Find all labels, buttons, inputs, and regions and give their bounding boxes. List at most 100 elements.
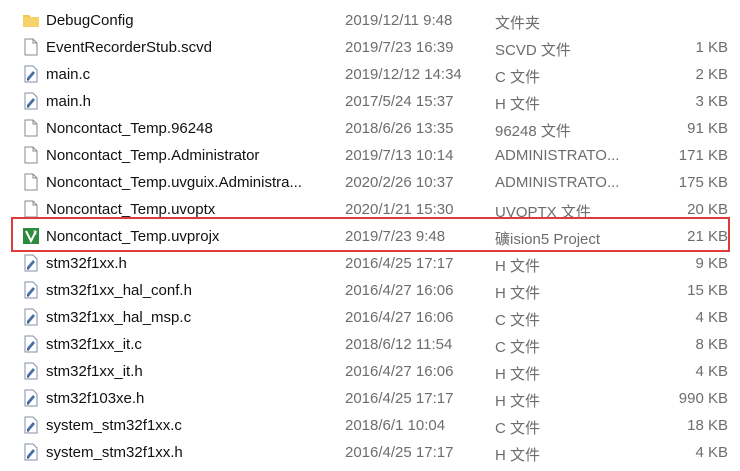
file-row[interactable]: stm32f1xx_it.c 2018/6/12 11:54 C 文件 8 KB xyxy=(0,331,740,358)
file-size: 21 KB xyxy=(687,228,728,245)
file-row[interactable]: system_stm32f1xx.h 2016/4/25 17:17 H 文件 4 K… xyxy=(0,439,740,466)
file-size: 4 KB xyxy=(695,363,728,380)
file-name: Noncontact_Temp.uvoptx xyxy=(46,201,216,218)
svg-text:5: 5 xyxy=(33,230,37,237)
file-size: 4 KB xyxy=(695,444,728,461)
file-row[interactable]: main.c 2019/12/12 14:34 C 文件 2 KB xyxy=(0,61,740,88)
file-date: 2018/6/12 11:54 xyxy=(345,336,453,353)
file-icon xyxy=(22,119,40,137)
file-type: ADMINISTRATO... xyxy=(495,147,620,164)
file-type: C 文件 xyxy=(495,312,541,329)
file-name: stm32f1xx_hal_conf.h xyxy=(46,282,192,299)
file-date: 2019/7/13 10:14 xyxy=(345,147,454,164)
file-icon xyxy=(22,200,40,218)
file-date: 2020/2/26 10:37 xyxy=(345,174,454,191)
source-file-icon xyxy=(22,416,40,434)
file-size: 1 KB xyxy=(695,39,728,56)
file-name: main.h xyxy=(46,93,92,110)
file-row[interactable]: stm32f103xe.h 2016/4/25 17:17 H 文件 990 KB xyxy=(0,385,740,412)
file-name: stm32f1xx_hal_msp.c xyxy=(46,309,192,326)
file-size: 18 KB xyxy=(687,417,728,434)
file-size: 990 KB xyxy=(678,390,728,407)
file-size: 15 KB xyxy=(687,282,728,299)
file-size: 175 KB xyxy=(678,174,728,191)
file-row[interactable]: Noncontact_Temp.96248 2018/6/26 13:35 9624… xyxy=(0,115,740,142)
file-icon xyxy=(22,146,40,164)
file-date: 2016/4/27 16:06 xyxy=(345,309,454,326)
file-type: H 文件 xyxy=(495,393,541,410)
file-date: 2016/4/27 16:06 xyxy=(345,282,454,299)
file-type: 96248 文件 xyxy=(495,123,571,140)
file-type: H 文件 xyxy=(495,366,541,383)
file-date: 2018/6/1 10:04 xyxy=(345,417,446,434)
file-row[interactable]: stm32f1xx.h 2016/4/25 17:17 H 文件 9 KB xyxy=(0,250,740,277)
file-name: system_stm32f1xx.h xyxy=(46,444,183,461)
file-name: DebugConfig xyxy=(46,12,134,29)
file-type: C 文件 xyxy=(495,69,541,86)
file-size: 91 KB xyxy=(687,120,728,137)
file-date: 2016/4/25 17:17 xyxy=(345,444,454,461)
file-type: C 文件 xyxy=(495,339,541,356)
file-type: UVOPTX 文件 xyxy=(495,204,591,221)
file-row[interactable]: Noncontact_Temp.uvguix.Administra... 2020… xyxy=(0,169,740,196)
file-size: 9 KB xyxy=(695,255,728,272)
file-row[interactable]: Noncontact_Temp.Administrator 2019/7/13 1… xyxy=(0,142,740,169)
file-name: main.c xyxy=(46,66,91,83)
file-type: H 文件 xyxy=(495,96,541,113)
source-file-icon xyxy=(22,389,40,407)
file-size: 20 KB xyxy=(687,201,728,218)
file-type: 礦ision5 Project xyxy=(495,231,601,248)
file-row[interactable]: 5 Noncontact_Temp.uvprojx 2019/7/23 9:48 礦i… xyxy=(0,223,740,250)
file-type: C 文件 xyxy=(495,420,541,437)
file-row[interactable]: stm32f1xx_it.h 2016/4/27 16:06 H 文件 4 KB xyxy=(0,358,740,385)
file-type: H 文件 xyxy=(495,285,541,302)
source-file-icon xyxy=(22,362,40,380)
file-name: Noncontact_Temp.Administrator xyxy=(46,147,260,164)
file-name: system_stm32f1xx.c xyxy=(46,417,182,434)
file-name: EventRecorderStub.scvd xyxy=(46,39,212,56)
file-type: H 文件 xyxy=(495,258,541,275)
file-size: 3 KB xyxy=(695,93,728,110)
file-type: SCVD 文件 xyxy=(495,42,571,59)
source-file-icon xyxy=(22,443,40,461)
source-file-icon xyxy=(22,65,40,83)
file-type: ADMINISTRATO... xyxy=(495,174,620,191)
file-row[interactable]: Noncontact_Temp.uvoptx 2020/1/21 15:30 UVO… xyxy=(0,196,740,223)
file-icon xyxy=(22,38,40,56)
file-row[interactable]: stm32f1xx_hal_conf.h 2016/4/27 16:06 H 文件 1… xyxy=(0,277,740,304)
file-name: stm32f1xx_it.c xyxy=(46,336,142,353)
file-date: 2016/4/27 16:06 xyxy=(345,363,454,380)
file-date: 2019/12/11 9:48 xyxy=(345,12,453,29)
file-date: 2019/7/23 9:48 xyxy=(345,228,446,245)
file-type: 文件夹 xyxy=(495,15,541,32)
source-file-icon xyxy=(22,281,40,299)
file-date: 2017/5/24 15:37 xyxy=(345,93,454,110)
source-file-icon xyxy=(22,254,40,272)
uvision-project-icon: 5 xyxy=(22,227,40,245)
source-file-icon xyxy=(22,308,40,326)
file-name: Noncontact_Temp.uvprojx xyxy=(46,228,220,245)
file-date: 2018/6/26 13:35 xyxy=(345,120,454,137)
file-name: Noncontact_Temp.96248 xyxy=(46,120,213,137)
file-size: 8 KB xyxy=(695,336,728,353)
file-row[interactable]: DebugConfig 2019/12/11 9:48 文件夹 xyxy=(0,7,740,34)
file-row[interactable]: main.h 2017/5/24 15:37 H 文件 3 KB xyxy=(0,88,740,115)
file-date: 2020/1/21 15:30 xyxy=(345,201,454,218)
file-list: DebugConfig 2019/12/11 9:48 文件夹 EventRecord… xyxy=(0,0,740,471)
file-row[interactable]: EventRecorderStub.scvd 2019/7/23 16:39 SCV… xyxy=(0,34,740,61)
file-row[interactable]: system_stm32f1xx.c 2018/6/1 10:04 C 文件 18 K… xyxy=(0,412,740,439)
file-date: 2019/12/12 14:34 xyxy=(345,66,462,83)
file-name: stm32f103xe.h xyxy=(46,390,145,407)
file-date: 2019/7/23 16:39 xyxy=(345,39,454,56)
source-file-icon xyxy=(22,335,40,353)
file-name: Noncontact_Temp.uvguix.Administra... xyxy=(46,174,302,191)
source-file-icon xyxy=(22,92,40,110)
file-name: stm32f1xx.h xyxy=(46,255,127,272)
folder-icon xyxy=(22,11,40,29)
file-name: stm32f1xx_it.h xyxy=(46,363,143,380)
file-icon xyxy=(22,173,40,191)
file-date: 2016/4/25 17:17 xyxy=(345,390,454,407)
file-row[interactable]: stm32f1xx_hal_msp.c 2016/4/27 16:06 C 文件 4 … xyxy=(0,304,740,331)
file-type: H 文件 xyxy=(495,447,541,464)
file-date: 2016/4/25 17:17 xyxy=(345,255,454,272)
